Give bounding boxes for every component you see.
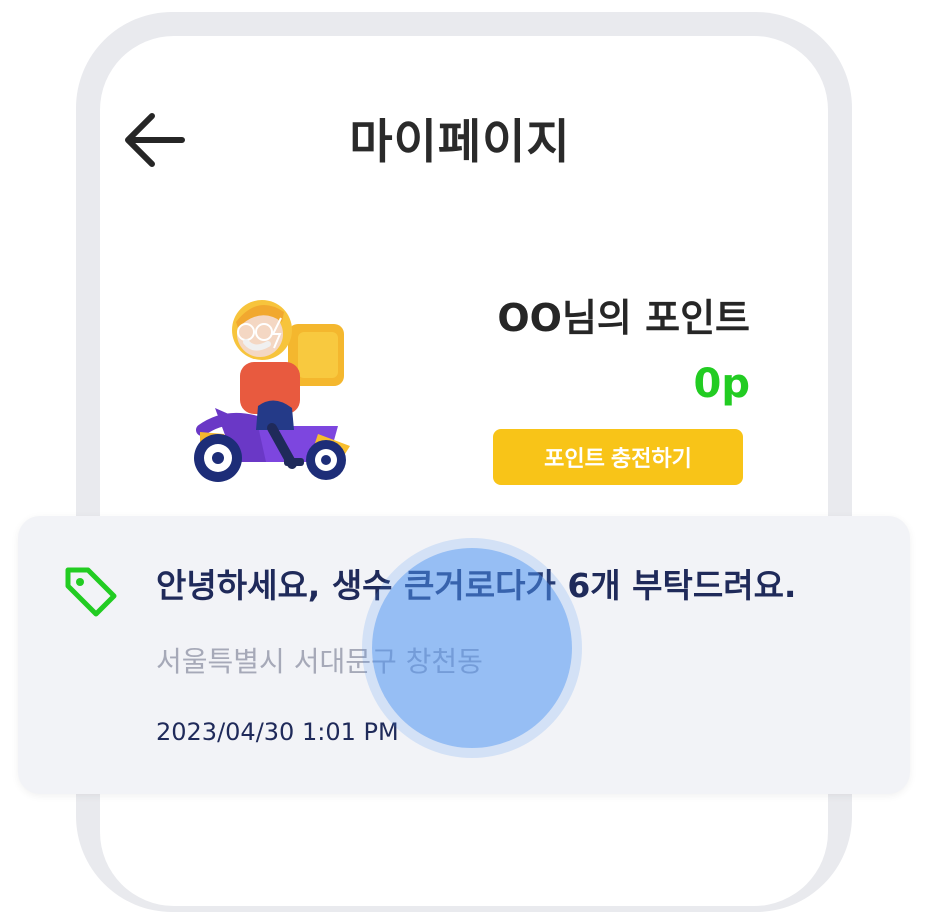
notice-address: 서울특별시 서대문구 창천동 [156, 645, 483, 678]
page-title: 마이페이지 [349, 115, 571, 170]
tag-icon [62, 562, 120, 620]
arrow-left-icon [125, 113, 185, 167]
back-button[interactable] [116, 108, 190, 172]
points-title: OO님의 포인트 [497, 296, 750, 340]
points-value: 0p [693, 361, 750, 407]
delivery-rider-illustration [180, 280, 356, 482]
charge-points-button[interactable]: 포인트 충전하기 [493, 429, 743, 485]
charge-points-label: 포인트 충전하기 [544, 446, 692, 471]
notice-title: 안녕하세요, 생수 큰거로다가 6개 부탁드려요. [156, 566, 797, 605]
notice-datetime: 2023/04/30 1:01 PM [156, 718, 399, 746]
